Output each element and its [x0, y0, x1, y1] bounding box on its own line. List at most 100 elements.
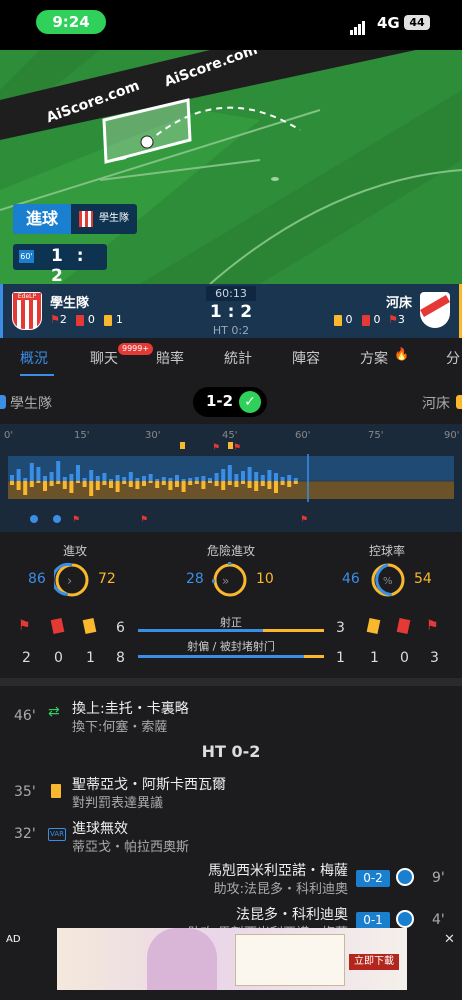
close-icon[interactable]: ✕ [444, 932, 455, 947]
match-clock: 60:13 [206, 286, 256, 301]
momentum-bar-away [194, 481, 199, 484]
away-crest-icon[interactable] [420, 292, 450, 328]
momentum-bar-away [142, 481, 146, 486]
svg-text:›: › [67, 574, 72, 589]
fire-icon: 🔥 [394, 347, 409, 361]
momentum-bar-away [10, 481, 14, 485]
momentum-bar-home [161, 477, 166, 481]
event-main: 進球無效 [72, 821, 128, 837]
goal-score-chip: 0-1 [356, 912, 390, 929]
ad-label: AD [6, 934, 21, 945]
event-minute: 32' [14, 826, 36, 842]
momentum-bar-away [56, 481, 61, 484]
result-score: 1-2 [206, 392, 234, 410]
momentum-bar-away [128, 481, 133, 487]
yellow-card-icon [366, 618, 381, 634]
momentum-bar-home [267, 470, 272, 481]
signal-icon [350, 16, 366, 35]
off-target-home: 8 [116, 650, 125, 666]
possession-ring: % [371, 563, 405, 597]
match-animation[interactable]: AiScore.com AiScore.com 進球 學生隊 60' 1 : 2 [0, 50, 462, 284]
momentum-bar-away [247, 481, 252, 488]
momentum-bar-home [142, 476, 146, 481]
home-team-name[interactable]: 學生隊 [50, 292, 89, 311]
tab-plans[interactable]: 方案 [360, 348, 388, 368]
away-team-name[interactable]: 河床 [386, 292, 412, 311]
attack-away: 72 [98, 571, 116, 587]
mini-scoreboard: 60' 1 : 2 [13, 244, 107, 284]
home-corners: 2 [22, 650, 31, 666]
battery-icon: 44 [404, 15, 430, 30]
tab-lineup[interactable]: 陣容 [292, 348, 320, 368]
momentum-bar-home [69, 474, 74, 481]
tab-more[interactable]: 分 [446, 348, 460, 368]
event-main: 馬剋西米利亞諾・梅薩 [208, 863, 348, 879]
momentum-bar-home [208, 478, 212, 481]
momentum-bar-home [109, 479, 113, 481]
corner-flag-icon: ⚑ [300, 515, 308, 525]
event-main: 法昆多・科利迪奧 [236, 907, 348, 923]
yellow-card-icon [51, 784, 61, 798]
attack-home: 86 [28, 571, 46, 587]
red-card-icon [50, 618, 65, 634]
tab-underline [20, 374, 54, 376]
home-reds: 0 [54, 650, 63, 666]
momentum-bar-home [168, 478, 173, 481]
momentum-bar-home [135, 478, 140, 481]
momentum-bar-home [43, 476, 47, 481]
momentum-bar-away [122, 481, 127, 484]
ad-image[interactable]: 立即下載 [57, 928, 407, 990]
momentum-bar-away [109, 481, 113, 488]
match-header: EdeLP 學生隊 ⚑2 0 1 60:13 1 : 2 HT 0:2 河床 0… [0, 284, 462, 338]
on-target-label: 射正 [220, 616, 242, 629]
yellow-card-icon [82, 618, 97, 634]
goal-ball-icon [53, 515, 61, 523]
momentum-bar-away [214, 481, 219, 486]
momentum-bar-home [29, 463, 34, 481]
momentum-bar-away [82, 481, 87, 487]
event-team: 學生隊 [99, 213, 129, 224]
event-main: 換上:圭托・卡裏略 [72, 701, 189, 717]
event-sub: 助攻:法昆多・科利迪奧 [213, 882, 348, 897]
away-counts: 0 0 ⚑3 [334, 313, 405, 326]
momentum-bar-away [287, 481, 292, 487]
momentum-bar-home [89, 470, 94, 481]
yellow-card-icon [334, 314, 342, 326]
momentum-bar-away [241, 481, 245, 484]
momentum-bar-home [62, 477, 67, 481]
home-color-bar [0, 284, 3, 338]
ad-cta-button[interactable]: 立即下載 [349, 954, 399, 970]
home-crest-icon[interactable]: EdeLP [12, 292, 42, 330]
mini-score: 1 : 2 [51, 246, 88, 284]
chat-badge: 9999+ [118, 343, 154, 355]
momentum-bar-away [135, 481, 140, 489]
momentum-bar-away [29, 481, 34, 487]
momentum-bar-home [102, 473, 107, 481]
attack-ring: › [54, 562, 89, 597]
event-minute: 46' [14, 708, 36, 724]
momentum-bar-away [274, 481, 278, 493]
result-home-name: 學生隊 [10, 396, 52, 412]
momentum-bar-home [194, 477, 199, 481]
tab-overview[interactable]: 概況 [20, 348, 48, 368]
half-time-divider: HT 0-2 [201, 742, 261, 761]
tab-stats[interactable]: 統計 [224, 348, 252, 368]
momentum-chart: ⚑ ⚑ ⚑ ⚑ ⚑ [8, 442, 454, 525]
home-counts: ⚑2 0 1 [50, 313, 123, 326]
momentum-bar-away [69, 481, 74, 493]
yellow-card-icon [180, 442, 185, 449]
on-target-bar [138, 629, 324, 632]
dangerous-home: 28 [186, 571, 204, 587]
tab-odds[interactable]: 賠率 [156, 348, 184, 368]
events-list: 46' ⇄ 換上:圭托・卡裏略 換下:何塞・索薩 HT 0-2 35' 聖蒂亞戈… [0, 680, 462, 941]
momentum-timeline[interactable]: 0' 15' 30' 45' 60' 75' 90' ⚑ ⚑ ⚑ ⚑ ⚑ [0, 424, 462, 532]
momentum-bar-home [122, 477, 127, 481]
ad-banner[interactable]: AD 立即下載 ✕ [0, 928, 462, 1000]
off-target-bar [138, 655, 324, 658]
corner-flag-icon: ⚑ [18, 618, 31, 634]
corner-flag-icon: ⚑ [233, 443, 241, 453]
momentum-bar-home [221, 469, 226, 481]
mini-minute: 60' [19, 250, 34, 263]
event-sub: 換下:何塞・索薩 [72, 720, 168, 735]
tab-chat[interactable]: 聊天 [90, 348, 118, 368]
